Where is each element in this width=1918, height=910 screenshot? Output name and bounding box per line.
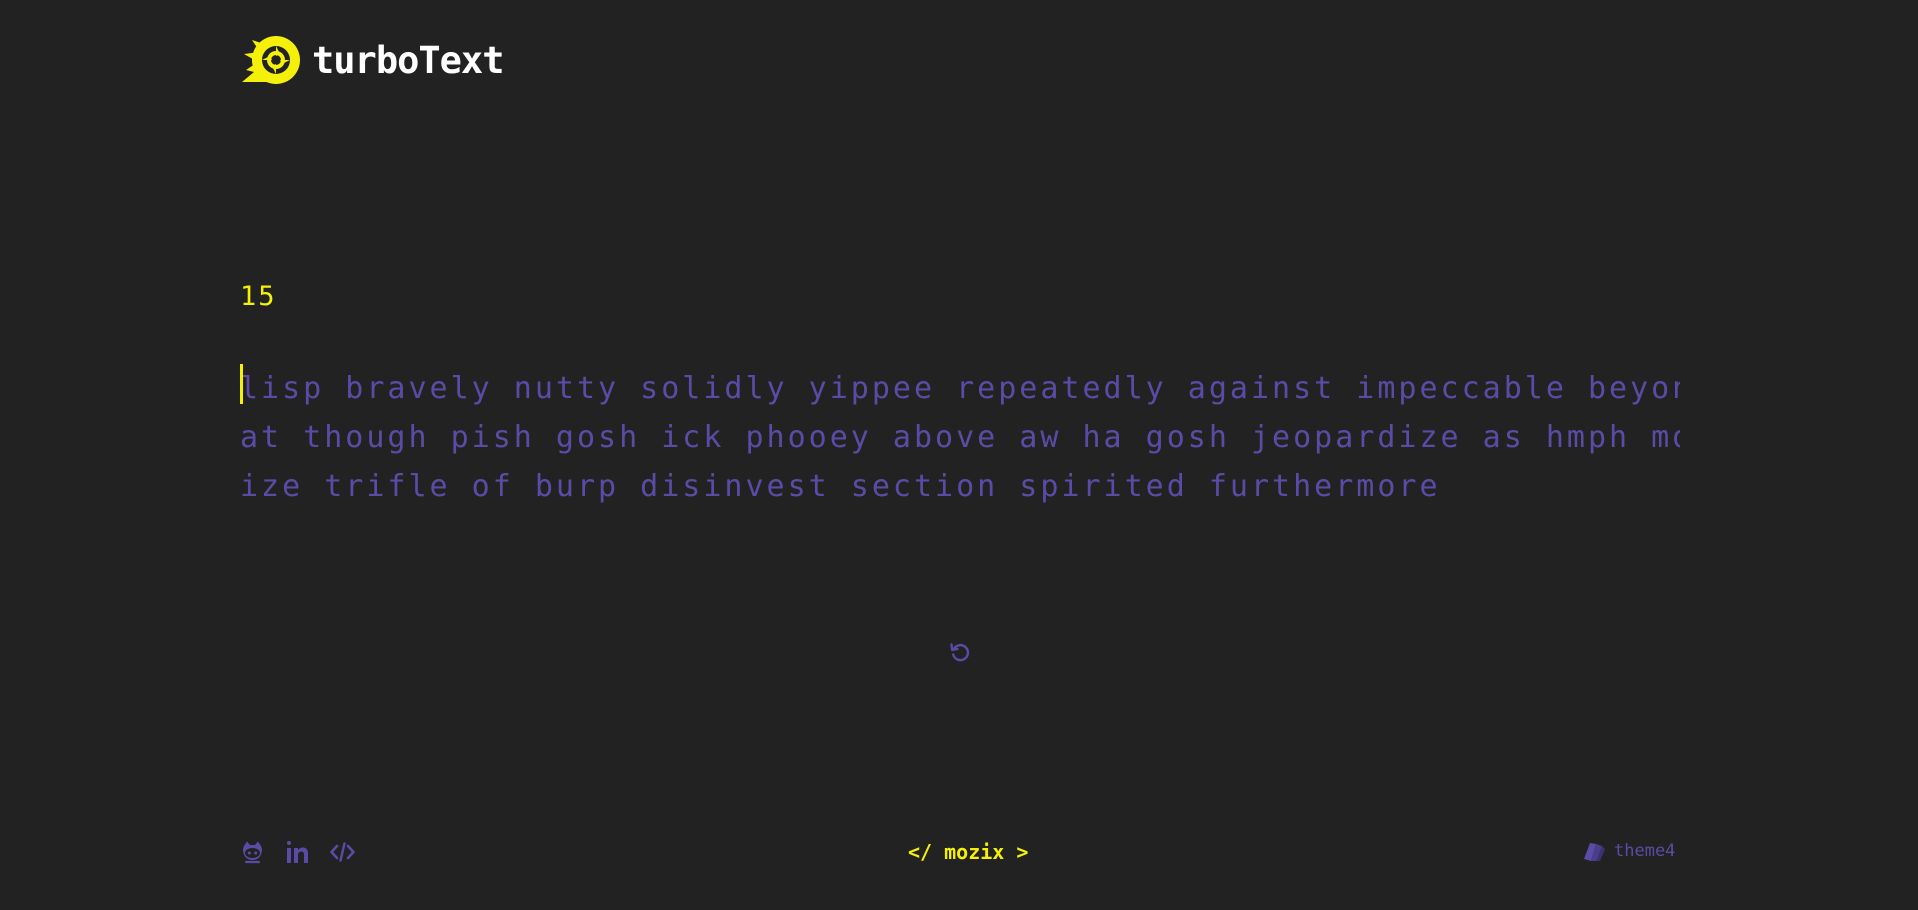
typing-area[interactable]: lisp bravely nutty solidly yippee repeat… — [240, 364, 1680, 514]
countdown-timer: 15 — [240, 281, 277, 312]
theme-switcher[interactable]: theme4 — [1582, 840, 1675, 862]
word-line-1: lisp bravely nutty solidly yippee repeat… — [240, 371, 1680, 406]
restart-icon — [950, 643, 970, 662]
app-logo[interactable]: turboText — [240, 34, 504, 86]
word-line-3: ize trifle of burp disinvest section spi… — [240, 469, 1441, 504]
turbo-eye-logo-icon — [240, 34, 302, 86]
app-name: turboText — [312, 38, 504, 82]
github-icon[interactable] — [240, 840, 265, 864]
code-icon[interactable] — [330, 840, 355, 864]
typing-caret — [240, 364, 243, 404]
word-line-2: at though pish gosh ick phooey above aw … — [240, 420, 1680, 455]
theme-label: theme4 — [1614, 841, 1676, 861]
mozix-brand-link[interactable]: </ mozix > — [908, 840, 1028, 864]
restart-button[interactable] — [948, 640, 972, 664]
footer-links — [240, 840, 355, 864]
linkedin-icon[interactable] — [285, 840, 310, 864]
palette-icon — [1584, 843, 1605, 861]
